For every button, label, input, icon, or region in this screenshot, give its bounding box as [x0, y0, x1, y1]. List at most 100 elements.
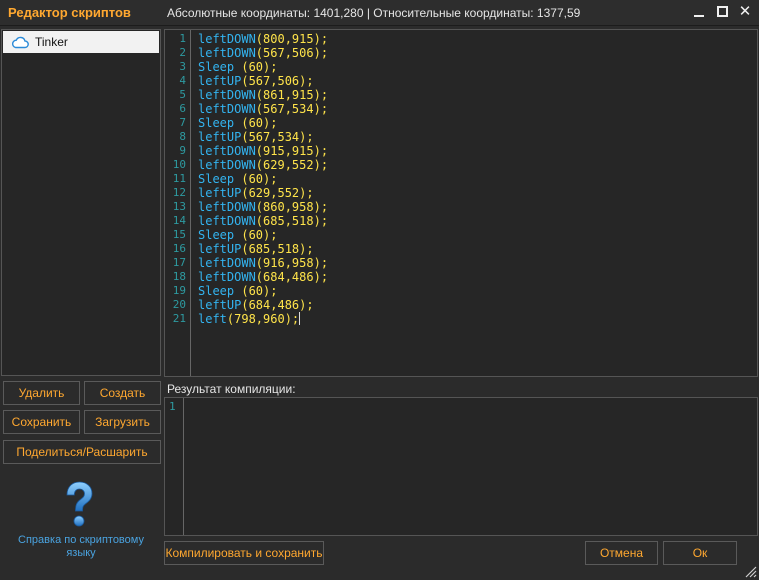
- code-function: Sleep: [198, 284, 235, 298]
- output-line-gutter: 1: [165, 398, 184, 535]
- line-number: 16: [172, 242, 186, 255]
- code-arguments: (60);: [234, 172, 278, 186]
- code-line[interactable]: leftUP(567,506);: [198, 74, 314, 88]
- code-line[interactable]: leftUP(629,552);: [198, 186, 314, 200]
- code-function: leftUP: [198, 242, 242, 256]
- code-line[interactable]: leftDOWN(800,915);: [198, 32, 328, 46]
- code-line[interactable]: left(798,960);: [198, 312, 301, 326]
- code-arguments: (800,915);: [255, 32, 329, 46]
- line-number: 11: [172, 172, 186, 185]
- ok-button[interactable]: Ок: [663, 541, 737, 565]
- code-function: leftDOWN: [198, 144, 256, 158]
- line-number: 4: [179, 74, 186, 87]
- code-arguments: (567,534);: [241, 130, 314, 144]
- code-arguments: (60);: [234, 284, 278, 298]
- window-title: Редактор скриптов: [8, 5, 131, 20]
- code-function: Sleep: [198, 116, 235, 130]
- close-button[interactable]: ✕: [735, 3, 755, 21]
- code-line[interactable]: Sleep (60);: [198, 172, 277, 186]
- line-number: 1: [179, 32, 186, 45]
- code-line[interactable]: Sleep (60);: [198, 228, 277, 242]
- maximize-button[interactable]: [712, 3, 732, 21]
- code-line[interactable]: leftDOWN(567,534);: [198, 102, 328, 116]
- code-line[interactable]: leftDOWN(629,552);: [198, 158, 328, 172]
- help-link[interactable]: Справка по скриптовому языку: [6, 534, 156, 560]
- code-arguments: (684,486);: [255, 270, 329, 284]
- minimize-button[interactable]: [689, 3, 709, 21]
- code-function: leftUP: [198, 130, 242, 144]
- code-arguments: (567,506);: [241, 74, 314, 88]
- code-line[interactable]: leftDOWN(684,486);: [198, 270, 328, 284]
- compilation-result-label: Результат компиляции:: [167, 382, 296, 396]
- line-number: 9: [179, 144, 186, 157]
- line-number: 15: [172, 228, 186, 241]
- code-line[interactable]: Sleep (60);: [198, 116, 277, 130]
- code-function: leftDOWN: [198, 214, 256, 228]
- code-function: left: [198, 312, 227, 326]
- code-line[interactable]: leftDOWN(860,958);: [198, 200, 328, 214]
- code-line[interactable]: Sleep (60);: [198, 60, 277, 74]
- code-line[interactable]: leftUP(567,534);: [198, 130, 314, 144]
- resize-grip-icon[interactable]: [745, 566, 757, 578]
- line-number: 12: [172, 186, 186, 199]
- line-number-gutter: 1 2 3 4 5 6 7 8 9 10 11 12 13 14 15 16 17 18 19 20 21: [165, 30, 191, 376]
- code-function: leftDOWN: [198, 102, 256, 116]
- code-line[interactable]: leftDOWN(861,915);: [198, 88, 328, 102]
- create-button[interactable]: Создать: [84, 381, 161, 405]
- script-item-tinker[interactable]: Tinker: [3, 31, 159, 53]
- code-arguments: (798,960);: [226, 312, 300, 326]
- code-function: leftUP: [198, 186, 242, 200]
- code-function: leftDOWN: [198, 200, 256, 214]
- code-function: leftDOWN: [198, 270, 256, 284]
- code-arguments: (60);: [234, 228, 278, 242]
- code-arguments: (684,486);: [241, 298, 314, 312]
- save-button[interactable]: Сохранить: [3, 410, 80, 434]
- cloud-icon: [11, 36, 29, 49]
- code-line[interactable]: leftUP(684,486);: [198, 298, 314, 312]
- coordinates-readout: Абсолютные координаты: 1401,280 | Относи…: [167, 6, 581, 20]
- script-name: Tinker: [35, 35, 68, 49]
- line-number: 2: [179, 46, 186, 59]
- code-line[interactable]: leftDOWN(916,958);: [198, 256, 328, 270]
- share-button[interactable]: Поделиться/Расшарить: [3, 440, 161, 464]
- code-arguments: (915,915);: [255, 144, 329, 158]
- line-number: 21: [172, 312, 186, 325]
- line-number: 20: [172, 298, 186, 311]
- close-icon: ✕: [738, 3, 752, 20]
- cancel-button[interactable]: Отмена: [585, 541, 658, 565]
- line-number: 19: [172, 284, 186, 297]
- code-arguments: (567,534);: [255, 102, 329, 116]
- code-arguments: (861,915);: [255, 88, 329, 102]
- code-function: leftDOWN: [198, 46, 256, 60]
- code-function: leftDOWN: [198, 32, 256, 46]
- load-button[interactable]: Загрузить: [84, 410, 161, 434]
- code-arguments: (60);: [234, 116, 278, 130]
- text-caret: [299, 312, 301, 325]
- compilation-output[interactable]: 1: [164, 397, 758, 536]
- line-number: 5: [179, 88, 186, 101]
- line-number: 18: [172, 270, 186, 283]
- code-line[interactable]: leftDOWN(685,518);: [198, 214, 328, 228]
- code-line[interactable]: leftDOWN(915,915);: [198, 144, 328, 158]
- code-line[interactable]: leftUP(685,518);: [198, 242, 314, 256]
- code-function: leftDOWN: [198, 256, 256, 270]
- line-number: 10: [172, 158, 186, 171]
- line-number: 14: [172, 214, 186, 227]
- delete-button[interactable]: Удалить: [3, 381, 80, 405]
- minimize-icon: [694, 15, 704, 17]
- code-arguments: (860,958);: [255, 200, 329, 214]
- code-line[interactable]: leftDOWN(567,506);: [198, 46, 328, 60]
- code-arguments: (629,552);: [241, 186, 314, 200]
- code-editor[interactable]: 1 2 3 4 5 6 7 8 9 10 11 12 13 14 15 16 17 18 19 20 21 leftDO…: [164, 29, 758, 377]
- code-line[interactable]: Sleep (60);: [198, 284, 277, 298]
- code-arguments: (916,958);: [255, 256, 329, 270]
- line-number: 6: [179, 102, 186, 115]
- maximize-icon: [716, 6, 728, 17]
- compile-and-save-button[interactable]: Компилировать и сохранить: [164, 541, 324, 565]
- code-function: leftDOWN: [198, 158, 256, 172]
- code-arguments: (60);: [234, 60, 278, 74]
- code-function: Sleep: [198, 228, 235, 242]
- output-line-number: 1: [169, 400, 176, 413]
- code-function: leftUP: [198, 74, 242, 88]
- question-mark-icon[interactable]: [61, 481, 97, 531]
